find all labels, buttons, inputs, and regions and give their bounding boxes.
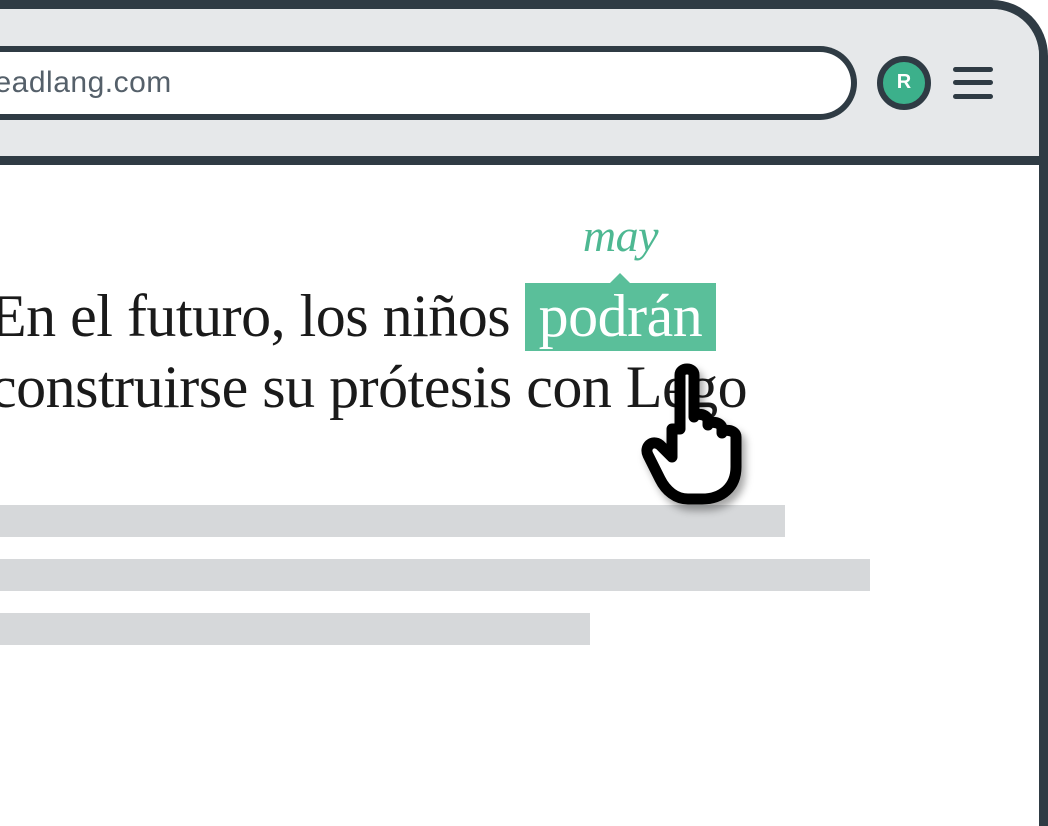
translation-tooltip: may: [583, 211, 658, 262]
hamburger-menu-icon[interactable]: [953, 67, 993, 99]
browser-toolbar: readlang.com R: [0, 9, 1039, 165]
body-text-placeholder: [0, 505, 1039, 645]
placeholder-line: [0, 505, 785, 537]
tooltip-arrow-icon: [608, 273, 632, 285]
address-bar-url: readlang.com: [0, 66, 172, 100]
highlighted-word[interactable]: may podrán: [525, 283, 717, 351]
page-content: En el futuro, los niños may podrán const…: [0, 165, 1039, 645]
placeholder-line: [0, 613, 590, 645]
placeholder-line: [0, 559, 870, 591]
highlighted-word-text: podrán: [539, 283, 703, 349]
browser-window: readlang.com R En el futuro, los niños m…: [0, 0, 1048, 826]
extension-badge-letter: R: [897, 71, 911, 94]
readlang-extension-badge[interactable]: R: [877, 56, 931, 110]
address-bar[interactable]: readlang.com: [0, 46, 857, 120]
headline-line-2[interactable]: construirse su prótesis con Lego: [0, 354, 747, 420]
headline-text-before[interactable]: En el futuro, los niños: [0, 283, 525, 349]
headline-line-1: En el futuro, los niños may podrán: [0, 283, 716, 349]
